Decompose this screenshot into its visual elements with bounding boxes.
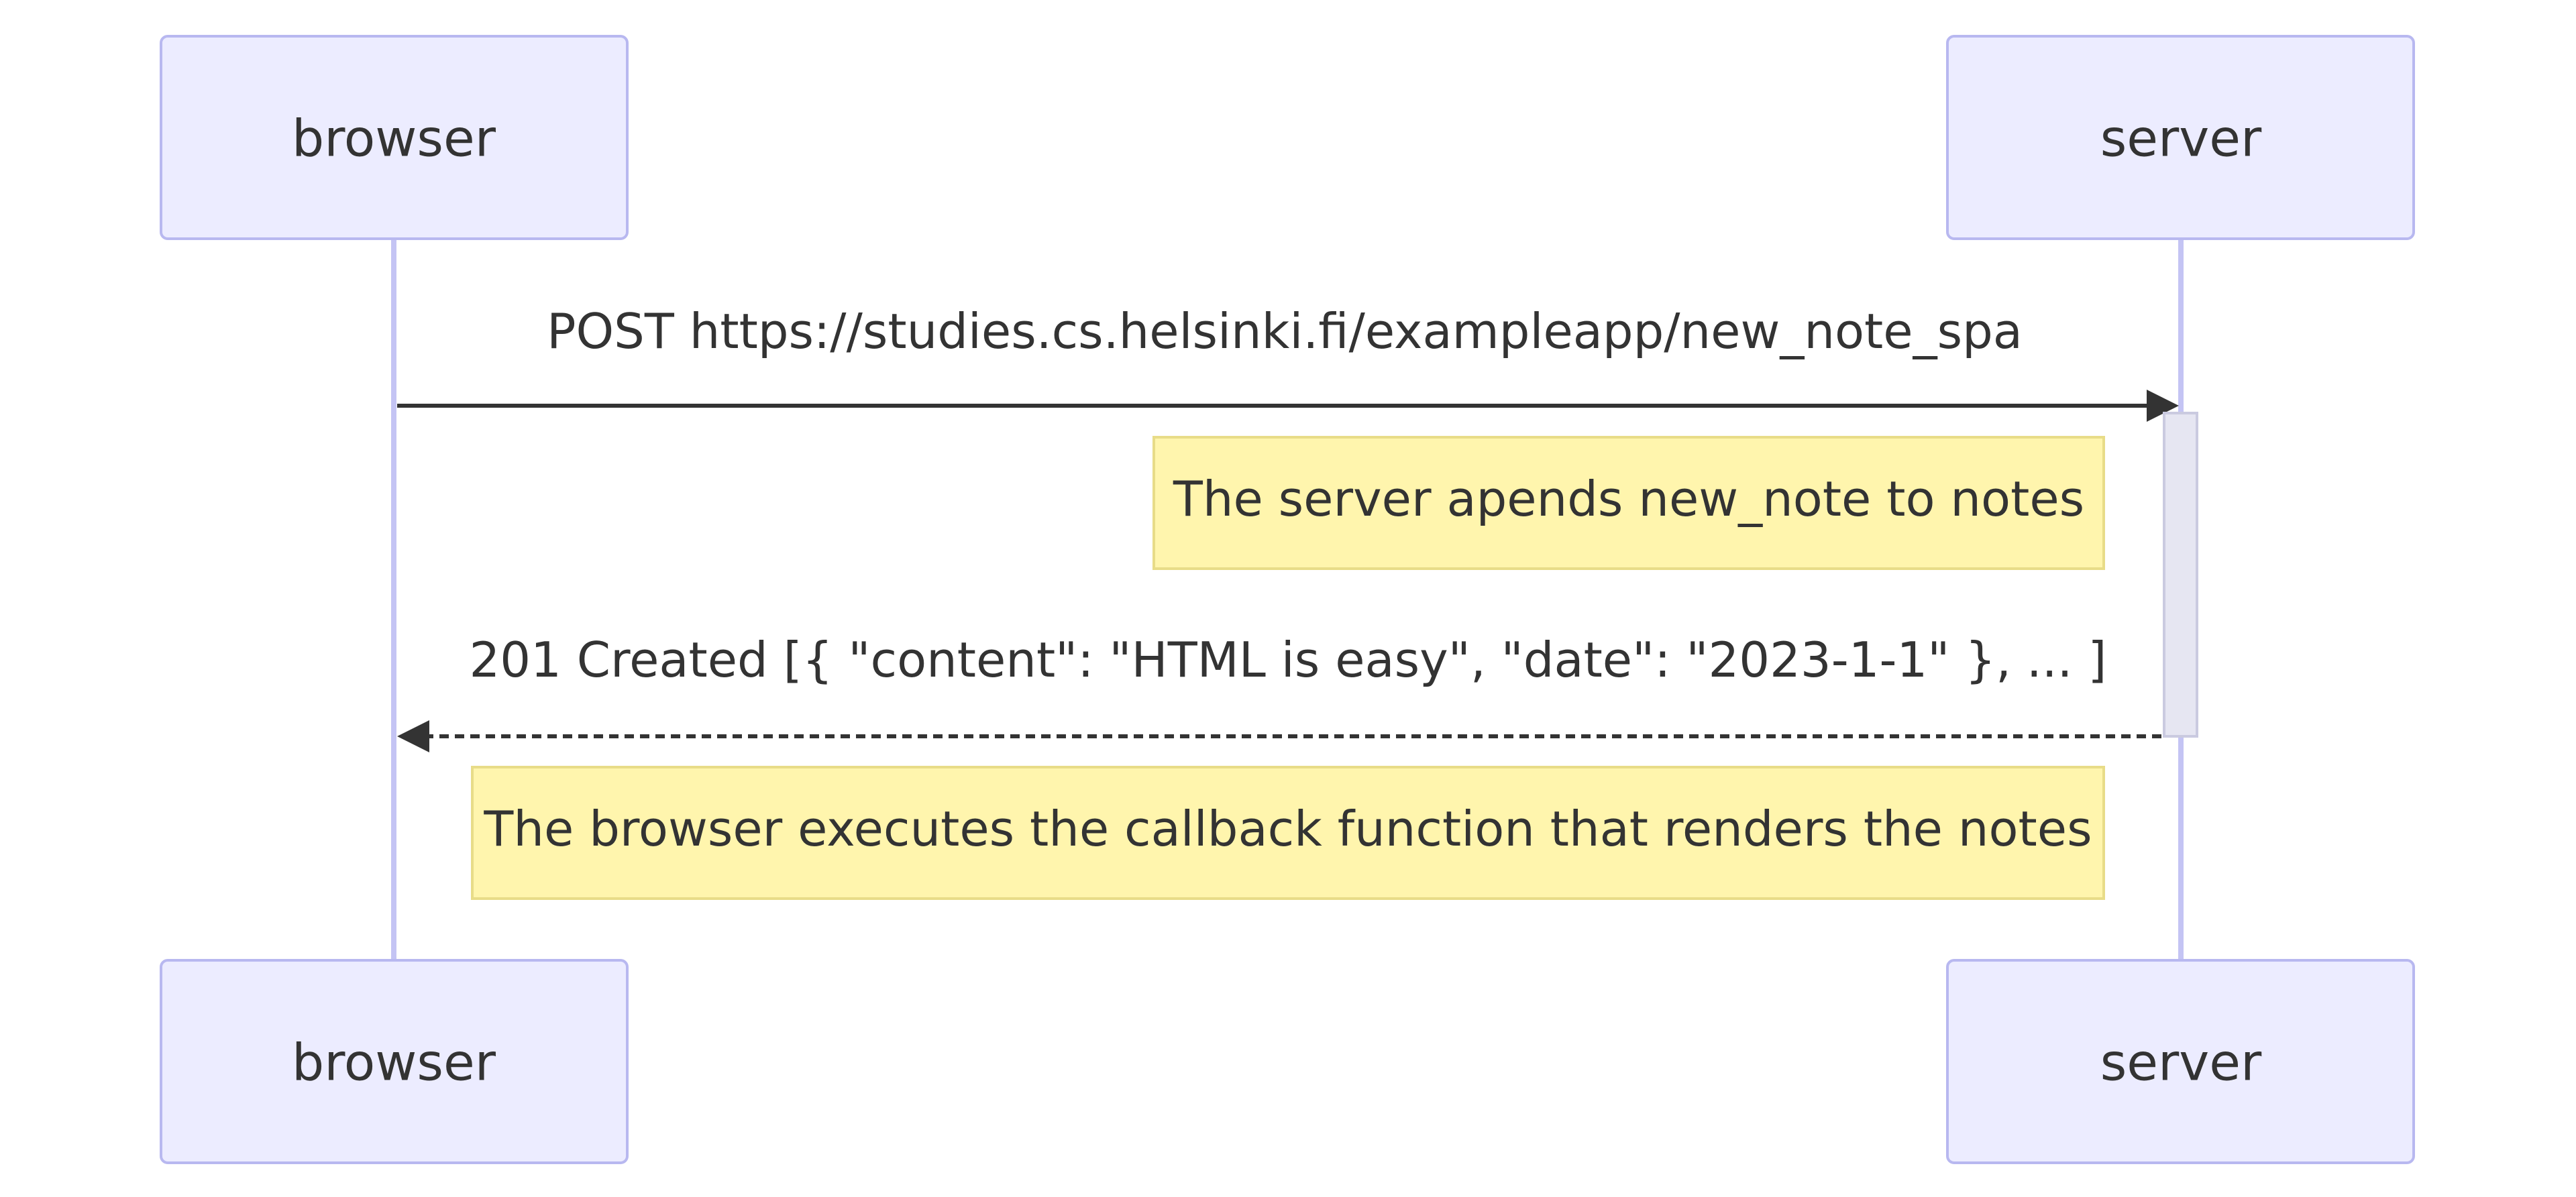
actor-server-top: server xyxy=(1946,35,2415,240)
message-201-arrowhead xyxy=(397,720,429,752)
note-browser-callback: The browser executes the callback functi… xyxy=(471,766,2105,900)
message-post-label: POST https://studies.cs.helsinki.fi/exam… xyxy=(547,303,2023,359)
note-browser-callback-label: The browser executes the callback functi… xyxy=(483,801,2092,857)
actor-server-top-label: server xyxy=(2100,109,2262,168)
message-post-new-note: POST https://studies.cs.helsinki.fi/exam… xyxy=(397,303,2179,422)
note-server-appends-label: The server apends new_note to notes xyxy=(1173,471,2084,527)
server-activation xyxy=(2163,412,2198,738)
actor-server-bottom-label: server xyxy=(2100,1033,2262,1092)
sequence-diagram: browser server POST https://studies.cs.h… xyxy=(160,35,2415,1164)
actor-server-bottom: server xyxy=(1946,959,2415,1164)
message-201-label: 201 Created [{ "content": "HTML is easy"… xyxy=(469,632,2106,688)
note-server-appends: The server apends new_note to notes xyxy=(1152,436,2105,570)
actor-browser-bottom: browser xyxy=(160,959,629,1164)
message-201-created: 201 Created [{ "content": "HTML is easy"… xyxy=(397,632,2161,752)
actor-browser-top: browser xyxy=(160,35,629,240)
actor-browser-top-label: browser xyxy=(292,109,496,168)
actor-browser-bottom-label: browser xyxy=(292,1033,496,1092)
